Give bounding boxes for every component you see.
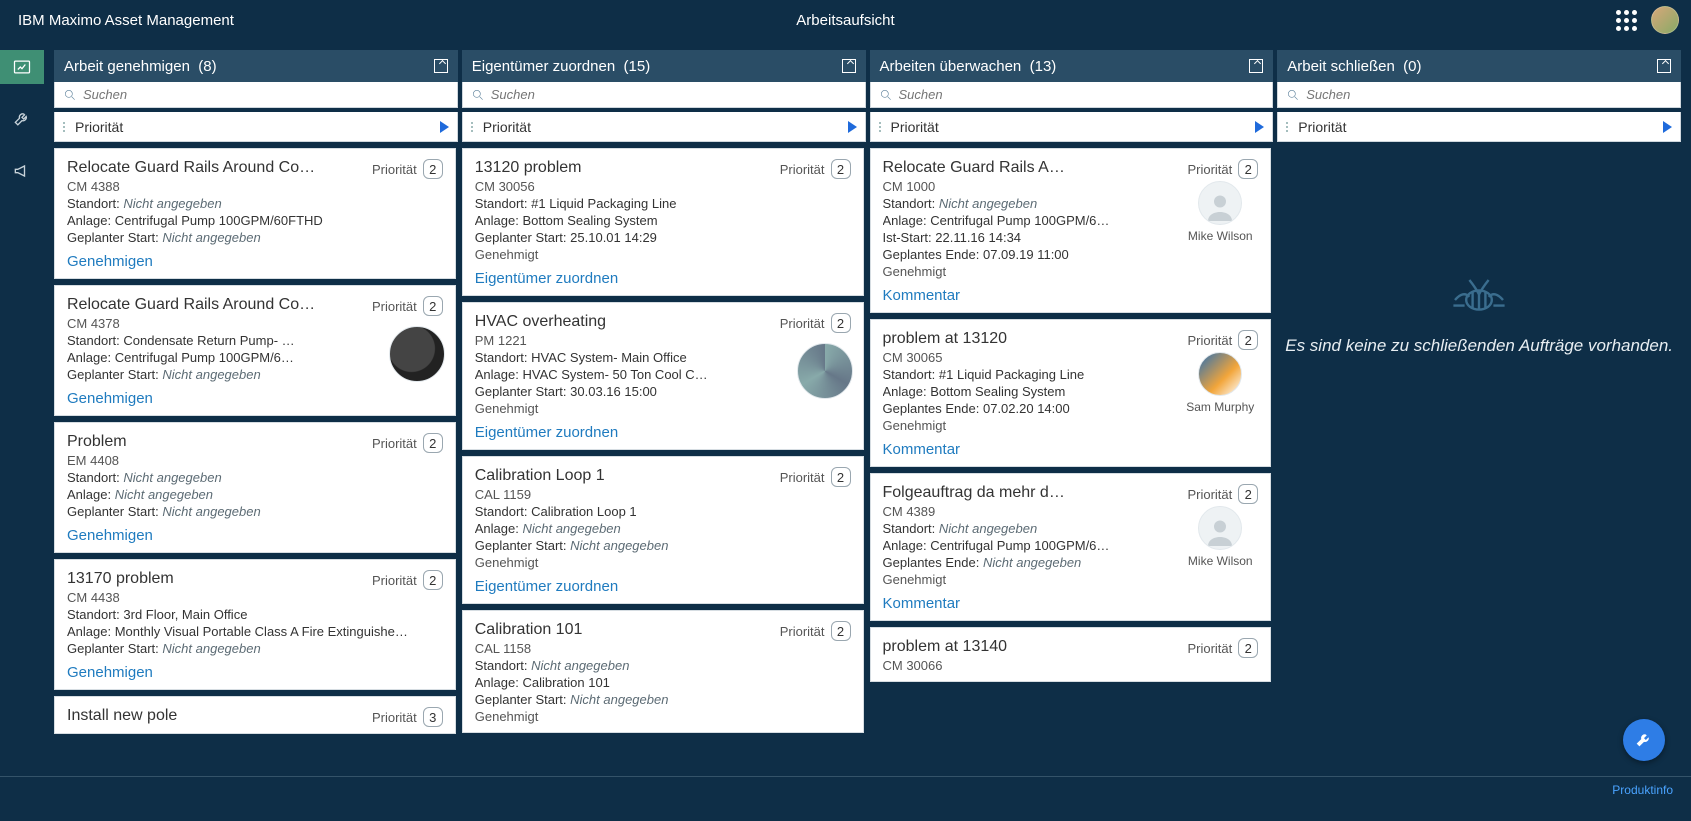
top-bar: IBM Maximo Asset Management Arbeitsaufsi… xyxy=(0,0,1691,40)
approve-action[interactable]: Genehmigen xyxy=(67,390,443,407)
owner-name: Mike Wilson xyxy=(1180,229,1260,243)
filter-play-icon[interactable] xyxy=(440,121,449,133)
owner-block: Sam Murphy xyxy=(1180,352,1260,414)
comment-action[interactable]: Kommentar xyxy=(883,287,1259,304)
priority-label: Priorität xyxy=(372,162,417,177)
work-card[interactable]: Priorität2 13170 problem CM 4438 Standor… xyxy=(54,559,456,690)
drag-handle-icon[interactable] xyxy=(879,122,885,132)
priority-value: 2 xyxy=(423,159,443,179)
column-header: Eigentümer zuordnen (15) xyxy=(462,50,866,82)
card-id: CM 4388 xyxy=(67,179,443,194)
assign-owner-action[interactable]: Eigentümer zuordnen xyxy=(475,424,851,441)
product-title: IBM Maximo Asset Management xyxy=(18,12,234,29)
search-input[interactable] xyxy=(1306,87,1672,102)
work-card[interactable]: Priorität2 problem at 13140 CM 30066 xyxy=(870,627,1272,682)
column-search[interactable] xyxy=(462,82,866,108)
expand-column-icon[interactable] xyxy=(1249,59,1263,73)
filter-play-icon[interactable] xyxy=(848,121,857,133)
expand-column-icon[interactable] xyxy=(842,59,856,73)
empty-message: Es sind keine zu schließenden Aufträge v… xyxy=(1285,336,1673,356)
fab-tools-button[interactable] xyxy=(1623,719,1665,761)
filter-play-icon[interactable] xyxy=(1255,121,1264,133)
asset-thumbnail xyxy=(797,343,853,399)
search-icon xyxy=(471,88,485,102)
card-list[interactable]: Priorität2 13120 problem CM 30056 Stando… xyxy=(462,142,866,776)
owner-name: Mike Wilson xyxy=(1180,554,1260,568)
column-search[interactable] xyxy=(54,82,458,108)
product-info-link[interactable]: Produktinfo xyxy=(1612,783,1673,797)
drag-handle-icon[interactable] xyxy=(471,122,477,132)
expand-column-icon[interactable] xyxy=(434,59,448,73)
column-filter[interactable]: Priorität xyxy=(54,112,458,142)
comment-action[interactable]: Kommentar xyxy=(883,595,1259,612)
nav-tools-icon[interactable] xyxy=(0,102,44,136)
filter-label: Priorität xyxy=(75,119,123,135)
asset-thumbnail xyxy=(389,326,445,382)
apps-icon[interactable] xyxy=(1616,10,1637,31)
approve-action[interactable]: Genehmigen xyxy=(67,664,443,681)
column-approve: Arbeit genehmigen (8) Priorität Prioritä… xyxy=(54,50,458,776)
owner-avatar-photo xyxy=(1198,352,1242,396)
card-list[interactable]: Priorität2 Relocate Guard Rails Around C… xyxy=(54,142,458,776)
column-filter[interactable]: Priorität xyxy=(462,112,866,142)
search-input[interactable] xyxy=(899,87,1265,102)
drag-handle-icon[interactable] xyxy=(63,122,69,132)
search-icon xyxy=(1286,88,1300,102)
board: Arbeit genehmigen (8) Priorität Prioritä… xyxy=(44,40,1691,776)
owner-avatar-icon xyxy=(1198,506,1242,550)
page-title: Arbeitsaufsicht xyxy=(796,12,894,29)
bee-icon xyxy=(1439,262,1519,322)
work-card[interactable]: Priorität2 HVAC overheating PM 1221 Stan… xyxy=(462,302,864,450)
column-header: Arbeit schließen (0) xyxy=(1277,50,1681,82)
assign-owner-action[interactable]: Eigentümer zuordnen xyxy=(475,578,851,595)
work-card[interactable]: Priorität2 Calibration 101 CAL 1158 Stan… xyxy=(462,610,864,733)
work-card[interactable]: Priorität2 Sam Murphy problem at 13120 C… xyxy=(870,319,1272,467)
assign-owner-action[interactable]: Eigentümer zuordnen xyxy=(475,270,851,287)
column-monitor: Arbeiten überwachen (13) Priorität Prior… xyxy=(870,50,1274,776)
column-header: Arbeiten überwachen (13) xyxy=(870,50,1274,82)
work-card[interactable]: Priorität2 Relocate Guard Rails Around C… xyxy=(54,285,456,416)
nav-announce-icon[interactable] xyxy=(0,154,44,188)
owner-name: Sam Murphy xyxy=(1180,400,1260,414)
column-search[interactable] xyxy=(1277,82,1681,108)
filter-play-icon[interactable] xyxy=(1663,121,1672,133)
search-icon xyxy=(879,88,893,102)
approve-action[interactable]: Genehmigen xyxy=(67,527,443,544)
column-title: Arbeit genehmigen xyxy=(64,58,190,75)
column-filter[interactable]: Priorität xyxy=(870,112,1274,142)
column-filter[interactable]: Priorität xyxy=(1277,112,1681,142)
footer: Produktinfo xyxy=(0,776,1691,821)
search-input[interactable] xyxy=(491,87,857,102)
left-nav-rail xyxy=(0,40,44,821)
column-close: Arbeit schließen (0) Priorität Es sind k… xyxy=(1277,50,1681,776)
comment-action[interactable]: Kommentar xyxy=(883,441,1259,458)
work-card[interactable]: Priorität2 Mike Wilson Folgeauftrag da m… xyxy=(870,473,1272,621)
expand-column-icon[interactable] xyxy=(1657,59,1671,73)
work-card[interactable]: Priorität2 13120 problem CM 30056 Stando… xyxy=(462,148,864,296)
search-input[interactable] xyxy=(83,87,449,102)
empty-state: Es sind keine zu schließenden Aufträge v… xyxy=(1277,142,1681,776)
card-list[interactable]: Priorität2 Mike Wilson Relocate Guard Ra… xyxy=(870,142,1274,776)
work-card[interactable]: Priorität3 Install new pole xyxy=(54,696,456,734)
column-count: (8) xyxy=(198,58,216,75)
owner-avatar-icon xyxy=(1198,181,1242,225)
column-assign-owner: Eigentümer zuordnen (15) Priorität Prior… xyxy=(462,50,866,776)
drag-handle-icon[interactable] xyxy=(1286,122,1292,132)
work-card[interactable]: Priorität2 Calibration Loop 1 CAL 1159 S… xyxy=(462,456,864,604)
work-card[interactable]: Priorität2 Relocate Guard Rails Around C… xyxy=(54,148,456,279)
nav-dashboard-icon[interactable] xyxy=(0,50,44,84)
column-header: Arbeit genehmigen (8) xyxy=(54,50,458,82)
work-card[interactable]: Priorität2 Mike Wilson Relocate Guard Ra… xyxy=(870,148,1272,313)
owner-block: Mike Wilson xyxy=(1180,506,1260,568)
approve-action[interactable]: Genehmigen xyxy=(67,253,443,270)
owner-block: Mike Wilson xyxy=(1180,181,1260,243)
user-avatar[interactable] xyxy=(1651,6,1679,34)
search-icon xyxy=(63,88,77,102)
column-search[interactable] xyxy=(870,82,1274,108)
work-card[interactable]: Priorität2 Problem EM 4408 Standort: Nic… xyxy=(54,422,456,553)
